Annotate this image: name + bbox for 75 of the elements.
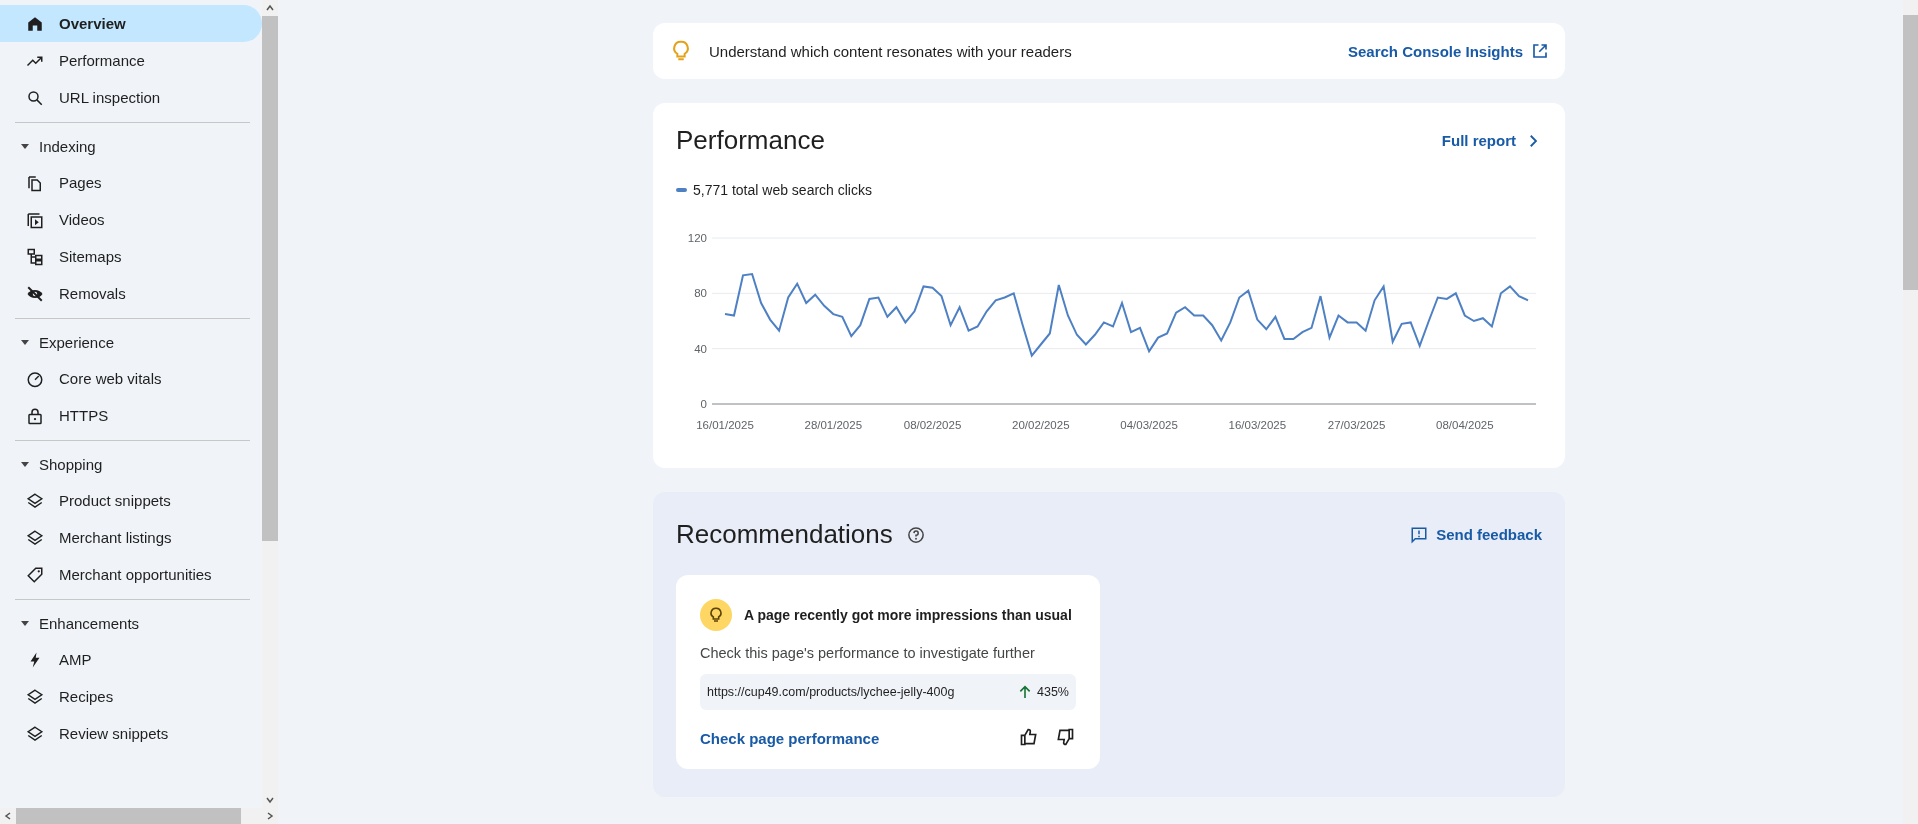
x-tick-label: 28/01/2025 [804,419,863,431]
scroll-up-icon[interactable] [265,3,275,13]
nav-item[interactable]: Overview [0,5,262,42]
nav-item[interactable]: Sitemaps [0,238,262,275]
nav-item[interactable]: Merchant opportunities [0,556,262,593]
nav-item[interactable]: URL inspection [0,79,262,116]
x-tick-label: 08/02/2025 [903,419,962,431]
caret-icon [20,337,30,347]
x-tick-label: 04/03/2025 [1120,419,1178,431]
horizontal-scrollbar[interactable] [0,808,278,824]
nav-item[interactable]: AMP [0,641,262,678]
x-tick-label: 16/01/2025 [696,419,754,431]
nav-section-header[interactable]: Shopping [0,446,262,482]
send-feedback-link[interactable]: Send feedback [1410,525,1542,544]
layers-icon [26,724,44,743]
pages-icon [26,173,44,192]
x-tick-label: 20/02/2025 [1012,419,1070,431]
nav-section-header[interactable]: Experience [0,324,262,360]
scrollbar-thumb[interactable] [262,16,278,541]
nav-item[interactable]: Merchant listings [0,519,262,556]
up-arrow-icon [1017,684,1033,700]
scrollbar[interactable] [262,0,278,808]
y-tick-label: 0 [700,398,707,410]
nav-item[interactable]: Review snippets [0,715,262,752]
recommendation-title: A page recently got more impressions than usual [744,607,1072,623]
gauge-icon [26,369,44,388]
y-tick-label: 40 [694,342,707,355]
search-icon [26,88,44,107]
scrollbar-thumb[interactable] [1903,15,1918,290]
nav-item[interactable]: Pages [0,164,262,201]
legend-label: 5,771 total web search clicks [693,182,872,198]
nav-item[interactable]: Core web vitals [0,360,262,397]
page-scrollbar[interactable] [1903,0,1918,824]
caret-icon [20,459,30,469]
banner-text: Understand which content resonates with your readers [709,42,1073,60]
scroll-down-icon[interactable] [265,795,275,805]
scroll-right-icon[interactable] [265,811,275,821]
y-tick-label: 120 [687,232,707,244]
nav-item[interactable]: Videos [0,201,262,238]
layers-icon [26,491,44,510]
nav-item[interactable]: Removals [0,275,262,312]
card-title: Performance [676,125,825,156]
nav-item[interactable]: Recipes [0,678,262,715]
scrollbar-thumb[interactable] [16,808,241,824]
nav-item[interactable]: Performance [0,42,262,79]
change-percent: 435% [1037,685,1069,699]
x-tick-label: 08/04/2025 [1436,419,1494,431]
insights-link[interactable]: Search Console Insights [1347,42,1549,60]
x-tick-label: 27/03/2025 [1327,419,1386,431]
tag-icon [26,565,44,584]
nav-section-header[interactable]: Enhancements [0,605,262,641]
recommendation-description: Check this page's performance to investigate further [700,645,1036,661]
lock-icon [26,406,44,425]
scroll-left-icon[interactable] [3,811,13,821]
help-icon[interactable] [906,525,925,544]
caret-icon [20,141,30,151]
external-link-icon [1531,42,1549,60]
video-icon [26,210,44,229]
caret-icon [20,618,30,628]
y-tick-label: 80 [694,287,707,300]
page-url: https://cup49.com/products/lychee-jelly-400g [707,685,955,699]
layers-icon [26,687,44,706]
section-title: Recommendations [676,519,893,550]
x-tick-label: 16/03/2025 [1228,419,1287,431]
nav-item[interactable]: HTTPS [0,397,262,434]
lightbulb-icon [671,40,691,62]
feedback-icon [1410,525,1429,544]
full-report-link[interactable]: Full report [1441,131,1542,150]
sitemap-icon [26,247,44,266]
lightbulb-icon [700,599,732,631]
check-performance-link[interactable]: Check page performance [700,729,880,747]
nav-section-header[interactable]: Indexing [0,128,262,164]
eye-off-icon [26,284,44,303]
layers-icon [26,528,44,547]
nav-item[interactable]: Product snippets [0,482,262,519]
